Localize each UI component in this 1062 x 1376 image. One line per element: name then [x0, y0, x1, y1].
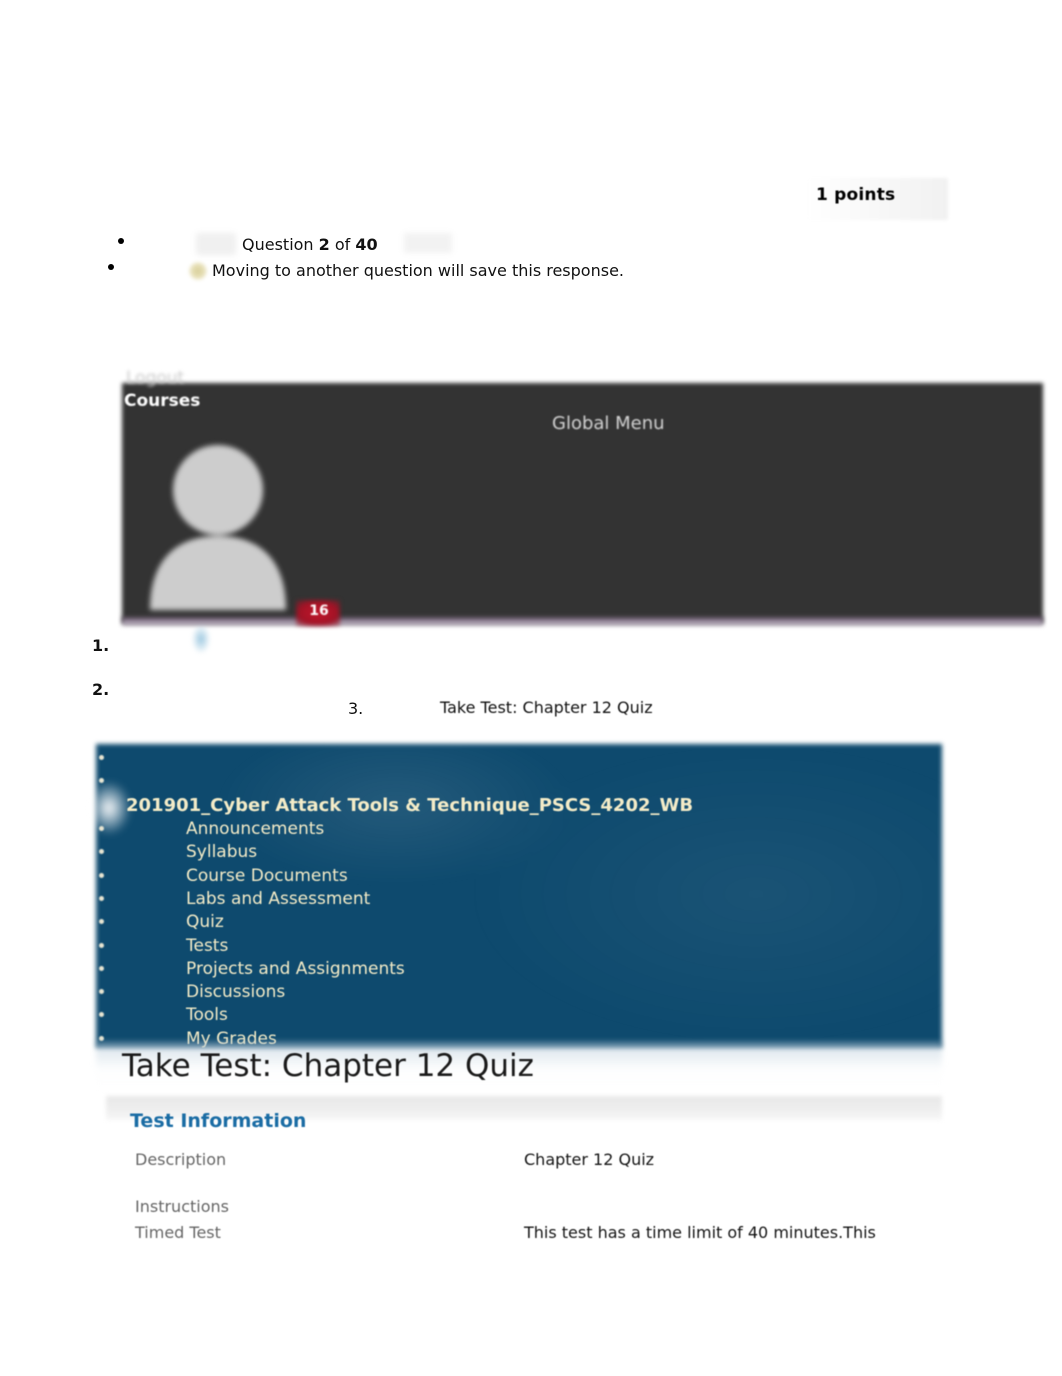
info-row-label: Timed Test [135, 1223, 221, 1242]
course-menu-bullet [99, 826, 104, 831]
course-menu-bullet [99, 942, 104, 948]
course-menu-bullet [99, 895, 104, 901]
courses-link[interactable]: Courses [124, 391, 200, 411]
question-counter-prefix: Question [242, 235, 319, 254]
course-menu-item-quiz[interactable]: Quiz [186, 912, 224, 932]
question-counter-of: of [329, 235, 356, 254]
course-menu-item-announcements[interactable]: Announcements [186, 819, 324, 839]
breadcrumb-item-3-label[interactable]: Take Test: Chapter 12 Quiz [440, 698, 653, 717]
points-label: 1 points [816, 185, 896, 205]
course-menu-bullet-top-1 [99, 755, 104, 760]
question-list-bullet [118, 238, 124, 244]
course-menu-bullet [99, 1035, 104, 1041]
course-title-link[interactable]: 201901_Cyber Attack Tools & Technique_PS… [126, 795, 693, 816]
question-decoration-left [196, 233, 236, 255]
course-menu-item-course-documents[interactable]: Course Documents [186, 866, 348, 886]
save-dot-icon [188, 261, 208, 281]
page-title: Take Test: Chapter 12 Quiz [122, 1048, 534, 1084]
course-menu-item-tools[interactable]: Tools [186, 1005, 228, 1025]
menu-tab-handle[interactable] [192, 625, 210, 653]
save-note-list-bullet [108, 264, 114, 270]
course-menu-left-highlight [88, 782, 130, 834]
info-row-label: Description [135, 1150, 227, 1169]
global-bar-bottom-accent [122, 617, 1043, 626]
course-menu-bullet [99, 965, 104, 971]
course-menu-item-labs-and-assessment[interactable]: Labs and Assessment [186, 889, 370, 909]
course-menu-bullet [99, 872, 104, 878]
course-menu-item-discussions[interactable]: Discussions [186, 982, 285, 1002]
question-counter: Question 2 of 40 [242, 235, 378, 254]
global-menu-link[interactable]: Global Menu [552, 413, 665, 434]
breadcrumb-item-1-marker: 1. [92, 636, 110, 655]
course-menu-item-syllabus[interactable]: Syllabus [186, 842, 257, 862]
logout-link[interactable]: Logout [126, 368, 184, 388]
course-menu-item-projects-and-assignments[interactable]: Projects and Assignments [186, 959, 405, 979]
save-response-note: Moving to another question will save thi… [212, 261, 624, 280]
question-counter-total: 40 [355, 235, 378, 254]
breadcrumb-item-2-marker: 2. [92, 680, 110, 699]
question-decoration-right [404, 233, 452, 253]
info-row-label: Instructions [135, 1197, 229, 1216]
breadcrumb-item-3-marker: 3. [348, 699, 364, 718]
notification-count: 16 [309, 603, 329, 619]
info-row-value: This test has a time limit of 40 minutes… [524, 1223, 876, 1242]
course-menu-item-tests[interactable]: Tests [186, 936, 228, 956]
question-counter-number: 2 [318, 235, 330, 254]
user-avatar-icon[interactable] [140, 440, 296, 610]
info-row-value: Chapter 12 Quiz [524, 1150, 655, 1169]
test-information-heading: Test Information [130, 1110, 307, 1132]
